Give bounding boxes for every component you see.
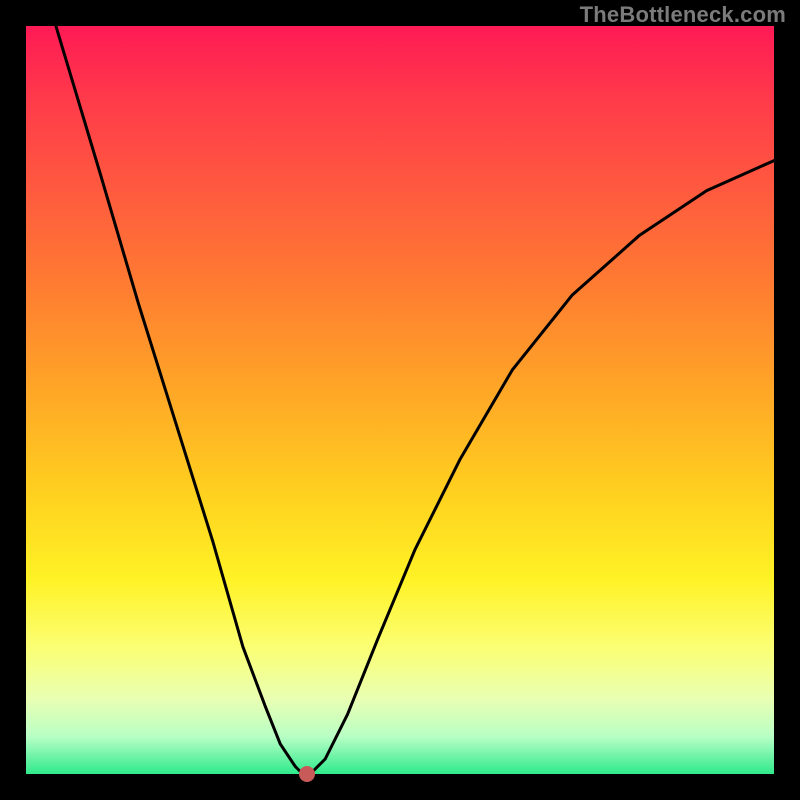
v-curve-path — [56, 26, 774, 774]
curve-svg — [26, 26, 774, 774]
marker-dot — [299, 766, 315, 782]
watermark-text: TheBottleneck.com — [580, 2, 786, 28]
plot-area — [26, 26, 774, 774]
chart-frame: TheBottleneck.com — [0, 0, 800, 800]
